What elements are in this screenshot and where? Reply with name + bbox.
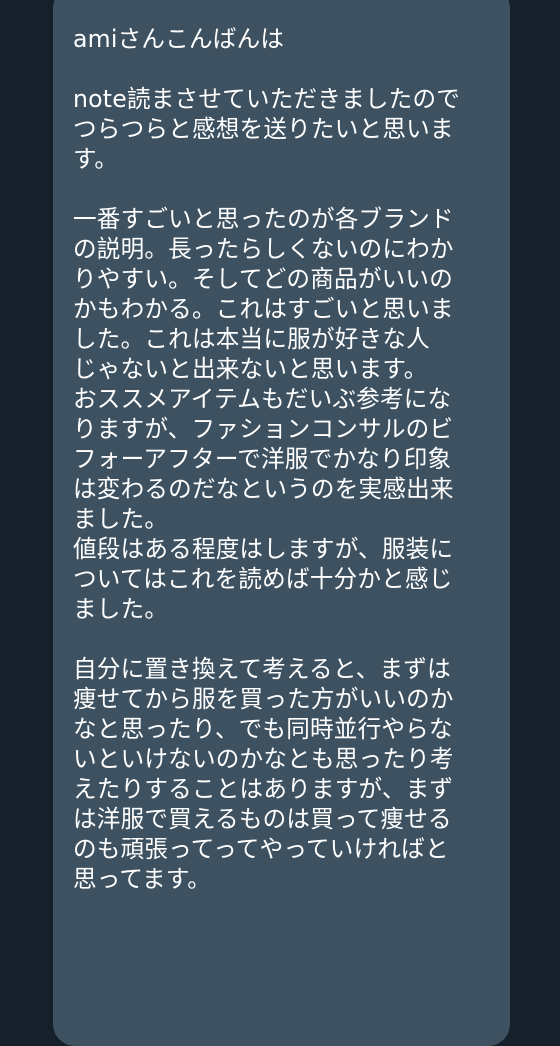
message-line: りやすい。そしてどの商品がいいの — [73, 265, 453, 293]
message-line: 一番すごいと思ったのが各ブランド — [73, 205, 454, 233]
message-line: なと思ったり、でも同時並行やらな — [73, 715, 453, 743]
message-line: おススメアイテムもだいぶ参考にな — [73, 385, 452, 413]
message-line: ました。 — [73, 595, 169, 623]
message-line — [73, 174, 496, 204]
message-line: ました。 — [73, 505, 169, 533]
message-line: かもわかる。これはすごいと思いま — [73, 295, 454, 323]
message-line: いといけないのかなとも思ったり考 — [73, 745, 454, 773]
message-line: ついてはこれを読めば十分かと感じ — [73, 565, 453, 593]
message-line: のも頑張ってってやっていければと — [73, 835, 449, 863]
message-line: つらつらと感想を送りたいと思いま — [73, 115, 454, 143]
message-line — [73, 54, 496, 84]
message-line: の説明。長ったらしくないのにわか — [73, 235, 454, 263]
message-line: りますが、ファションコンサルのビ — [73, 415, 454, 443]
message-line: した。これは本当に服が好きな人 — [73, 325, 430, 353]
message-line: 痩せてから服を買った方がいいのか — [73, 685, 454, 713]
message-line: フォーアフターで洋服でかなり印象 — [73, 445, 452, 473]
message-line: 自分に置き換えて考えると、まずは — [73, 655, 451, 683]
dm-screen: amiさんこんばんは note読まさせていただきましたので つらつらと感想を送り… — [0, 0, 560, 1046]
message-line: は変わるのだなというのを実感出来 — [73, 475, 454, 503]
message-line: 思ってます。 — [73, 865, 212, 893]
message-line: note読まさせていただきましたので — [73, 85, 461, 113]
message-line: す。 — [73, 145, 119, 173]
message-line — [73, 624, 496, 654]
message-line: は洋服で買えるものは買って痩せる — [73, 805, 452, 833]
message-line: じゃないと出来ないと思います。 — [73, 355, 428, 383]
message-line: 値段はある程度はしますが、服装に — [73, 535, 454, 563]
message-line: amiさんこんばんは — [73, 25, 285, 53]
message-bubble[interactable]: amiさんこんばんは note読まさせていただきましたので つらつらと感想を送り… — [53, 0, 510, 1046]
message-line: えたりすることはありますが、まず — [73, 775, 454, 803]
